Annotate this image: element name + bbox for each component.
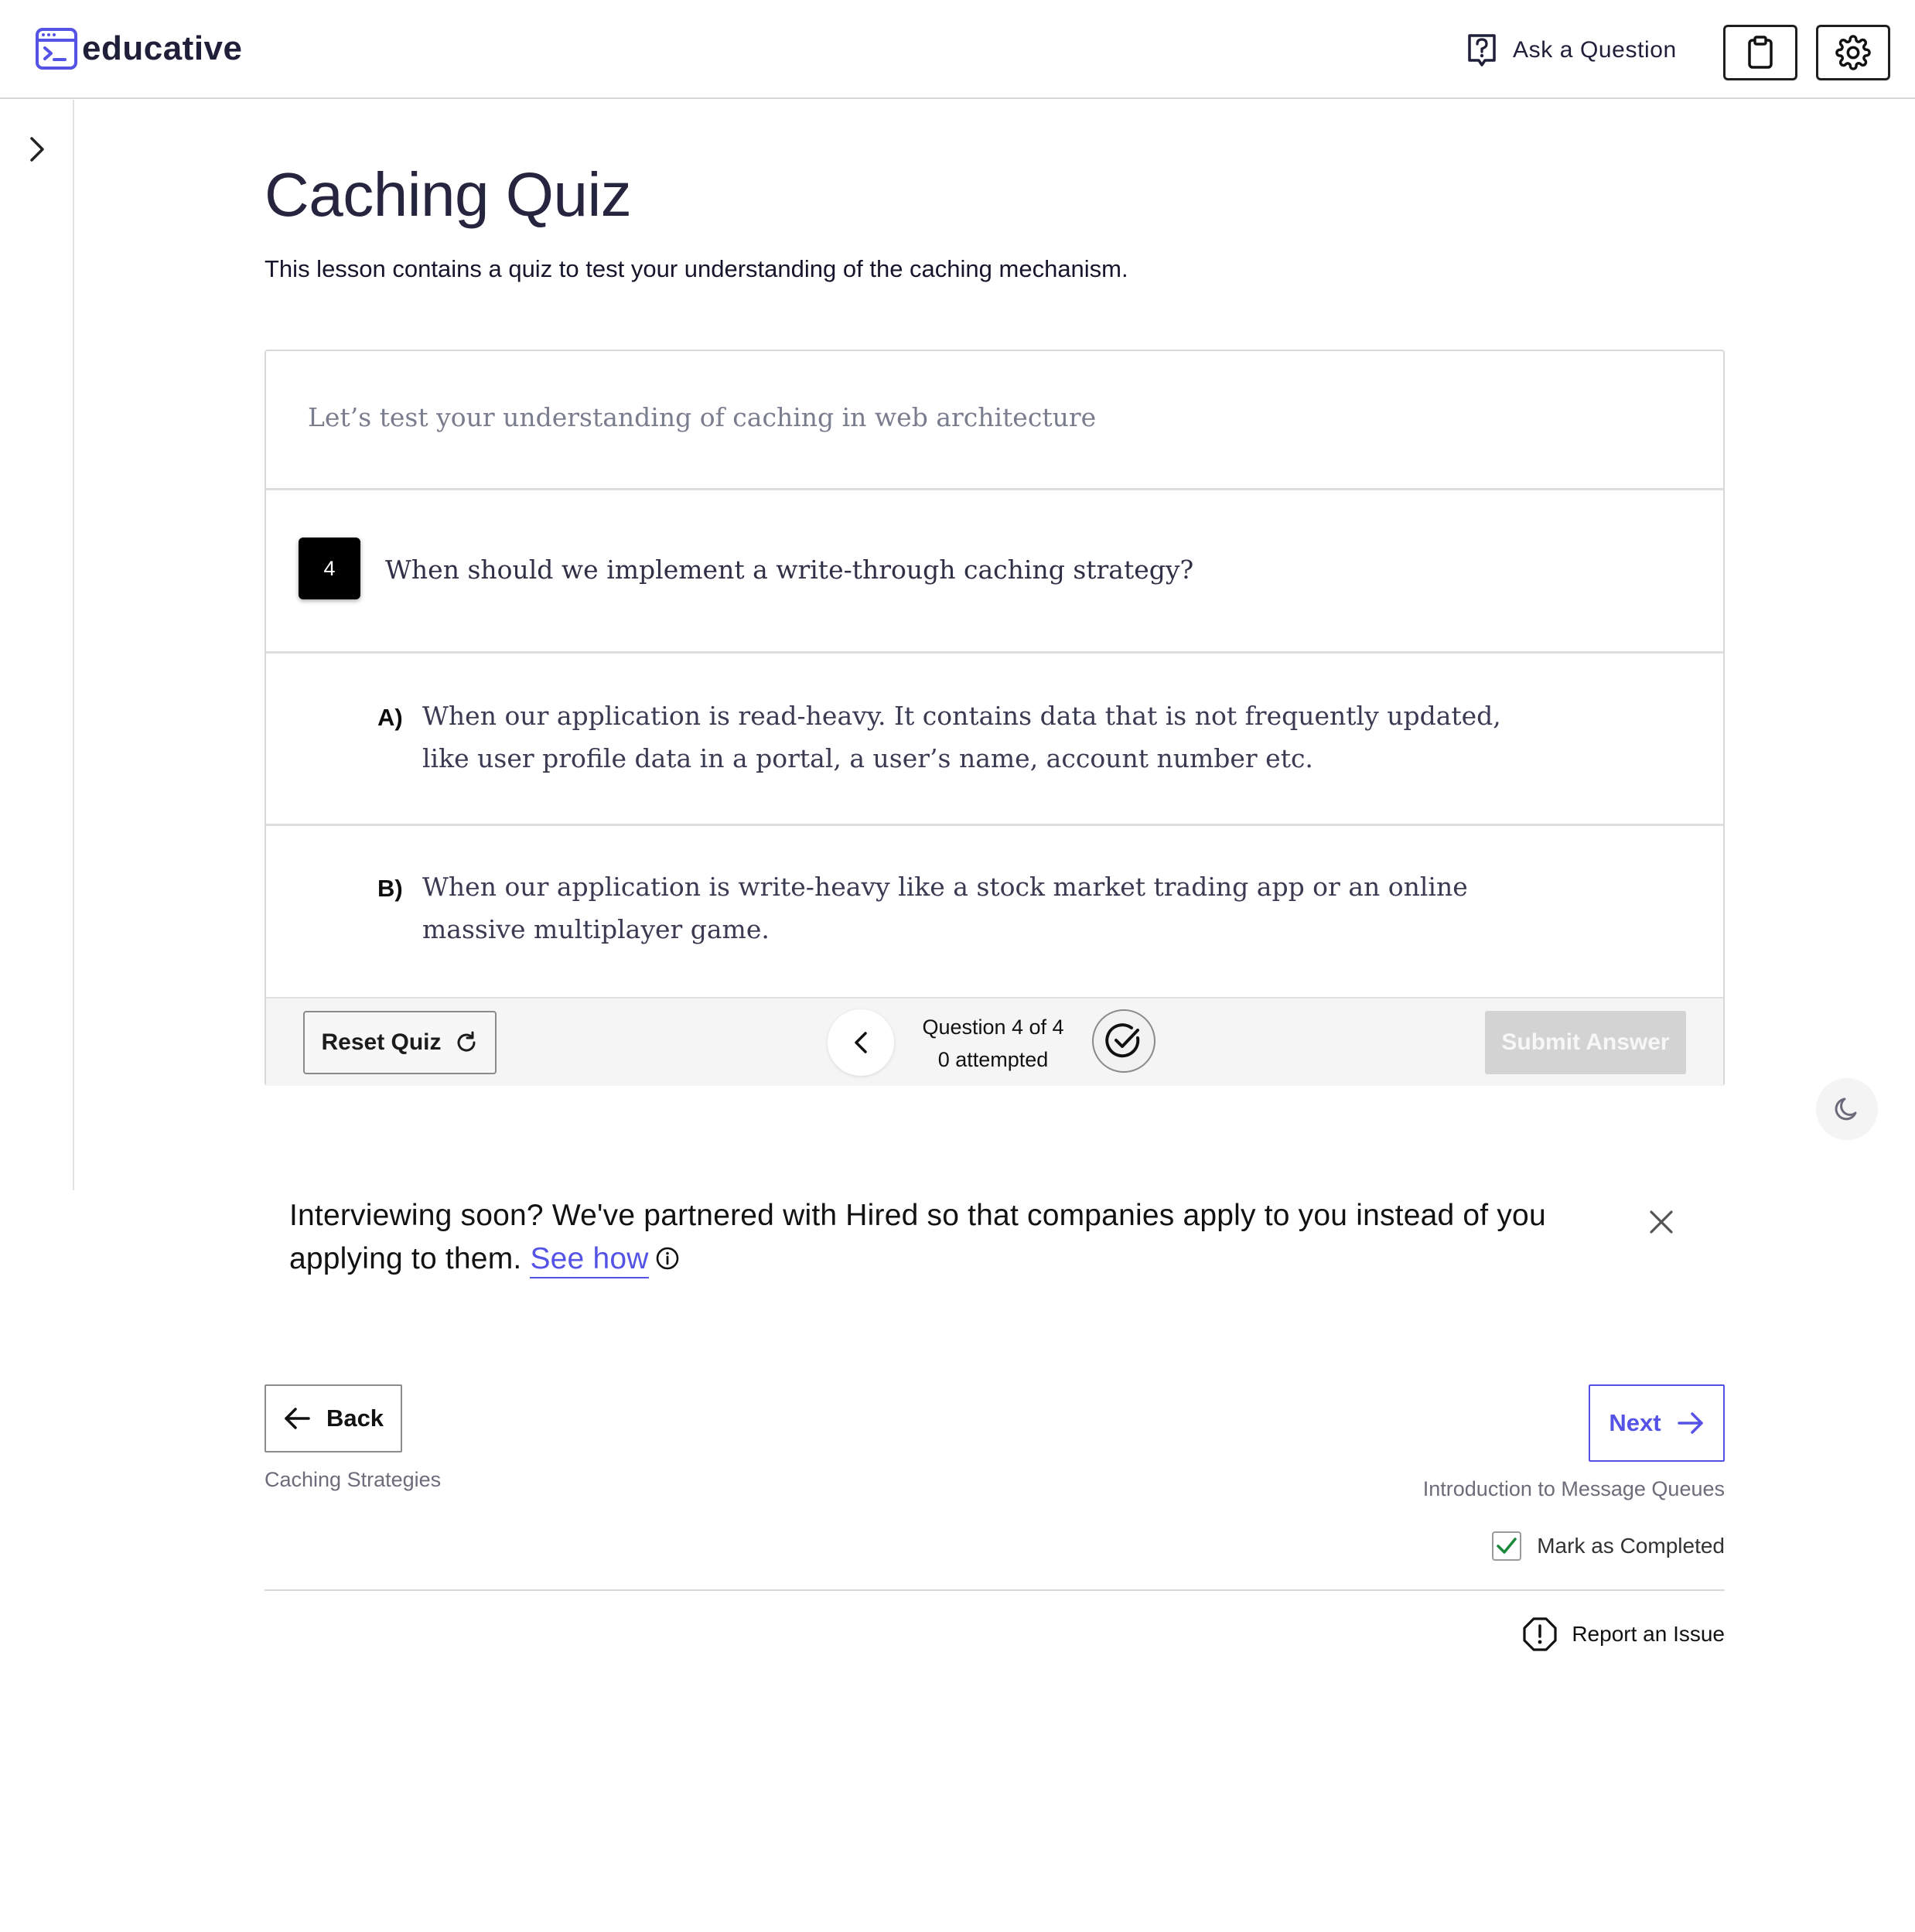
gear-icon	[1835, 35, 1871, 70]
info-icon[interactable]	[655, 1246, 680, 1271]
close-banner-button[interactable]	[1647, 1208, 1675, 1236]
answer-option-b[interactable]: B) When our application is write-heavy l…	[266, 828, 1723, 997]
question-row: 4 When should we implement a write-throu…	[266, 493, 1723, 654]
answer-option-a[interactable]: A) When our application is read-heavy. I…	[266, 656, 1723, 826]
settings-button[interactable]	[1816, 25, 1890, 80]
arrow-left-icon	[285, 1408, 310, 1429]
quiz-widget: Let’s test your understanding of caching…	[265, 350, 1725, 1086]
attempted-count: 0 attempted	[937, 1048, 1049, 1071]
hired-banner: Interviewing soon? We've partnered with …	[289, 1194, 1620, 1281]
dark-mode-toggle[interactable]	[1816, 1078, 1878, 1140]
page-title: Caching Quiz	[265, 160, 632, 229]
option-text: When our application is read-heavy. It c…	[422, 701, 1501, 773]
submit-answer-button[interactable]: Submit Answer	[1485, 1011, 1686, 1074]
checkmark-icon	[1497, 1538, 1517, 1554]
quiz-intro: Let’s test your understanding of caching…	[266, 351, 1723, 490]
previous-question-button[interactable]	[828, 1009, 894, 1076]
reset-quiz-label: Reset Quiz	[321, 1029, 442, 1055]
collapsed-sidebar	[0, 100, 74, 1190]
question-number-badge: 4	[299, 538, 360, 599]
question-bubble-icon	[1468, 34, 1496, 67]
clipboard-button[interactable]	[1723, 25, 1797, 80]
mark-completed-label: Mark as Completed	[1537, 1534, 1725, 1558]
question-progress: Question 4 of 4 0 attempted	[908, 1011, 1078, 1076]
terminal-logo-icon	[36, 28, 77, 70]
refresh-icon	[457, 1031, 476, 1052]
ask-question-label: Ask a Question	[1513, 37, 1677, 63]
chevron-left-icon	[855, 1032, 867, 1053]
mark-completed-checkbox[interactable]	[1492, 1531, 1522, 1561]
next-label: Next	[1609, 1409, 1661, 1436]
check-answers-button[interactable]	[1092, 1009, 1155, 1073]
clipboard-icon	[1748, 36, 1773, 69]
educative-logo[interactable]: educative	[36, 28, 242, 70]
report-issue-label: Report an Issue	[1572, 1622, 1725, 1646]
check-circle-icon	[1105, 1023, 1140, 1058]
question-progress-text: Question 4 of 4	[922, 1015, 1064, 1039]
lesson-description: This lesson contains a quiz to test your…	[265, 255, 1128, 282]
moon-icon	[1835, 1097, 1857, 1121]
report-issue-link[interactable]: Report an Issue	[1522, 1616, 1725, 1652]
option-text: When our application is write-heavy like…	[422, 872, 1468, 944]
mark-as-completed[interactable]: Mark as Completed	[1492, 1531, 1725, 1561]
top-header: educative Ask a Question	[0, 0, 1915, 99]
banner-text: Interviewing soon? We've partnered with …	[289, 1199, 1546, 1275]
option-letter: B)	[377, 875, 403, 902]
ask-question-button[interactable]: Ask a Question	[1466, 32, 1677, 68]
back-label: Back	[326, 1405, 384, 1432]
brand-name: educative	[82, 29, 243, 67]
alert-octagon-icon	[1523, 1617, 1557, 1651]
reset-quiz-button[interactable]: Reset Quiz	[303, 1011, 497, 1074]
arrow-right-icon	[1677, 1412, 1703, 1434]
option-letter: A)	[377, 704, 403, 731]
chevron-right-icon	[30, 137, 44, 162]
next-lesson-title: Introduction to Message Queues	[1422, 1477, 1725, 1500]
expand-sidebar-button[interactable]	[25, 132, 49, 166]
quiz-footer: Reset Quiz Question 4 of 4 0 attempted S…	[266, 997, 1723, 1086]
see-how-link[interactable]: See how	[530, 1242, 649, 1278]
previous-lesson-title: Caching Strategies	[265, 1468, 442, 1491]
question-text: When should we implement a write-through…	[385, 555, 1194, 585]
next-button[interactable]: Next	[1589, 1384, 1725, 1462]
section-divider	[265, 1589, 1725, 1591]
back-button[interactable]: Back	[265, 1384, 402, 1452]
quiz-intro-text: Let’s test your understanding of caching…	[308, 402, 1097, 432]
close-icon	[1650, 1210, 1673, 1234]
